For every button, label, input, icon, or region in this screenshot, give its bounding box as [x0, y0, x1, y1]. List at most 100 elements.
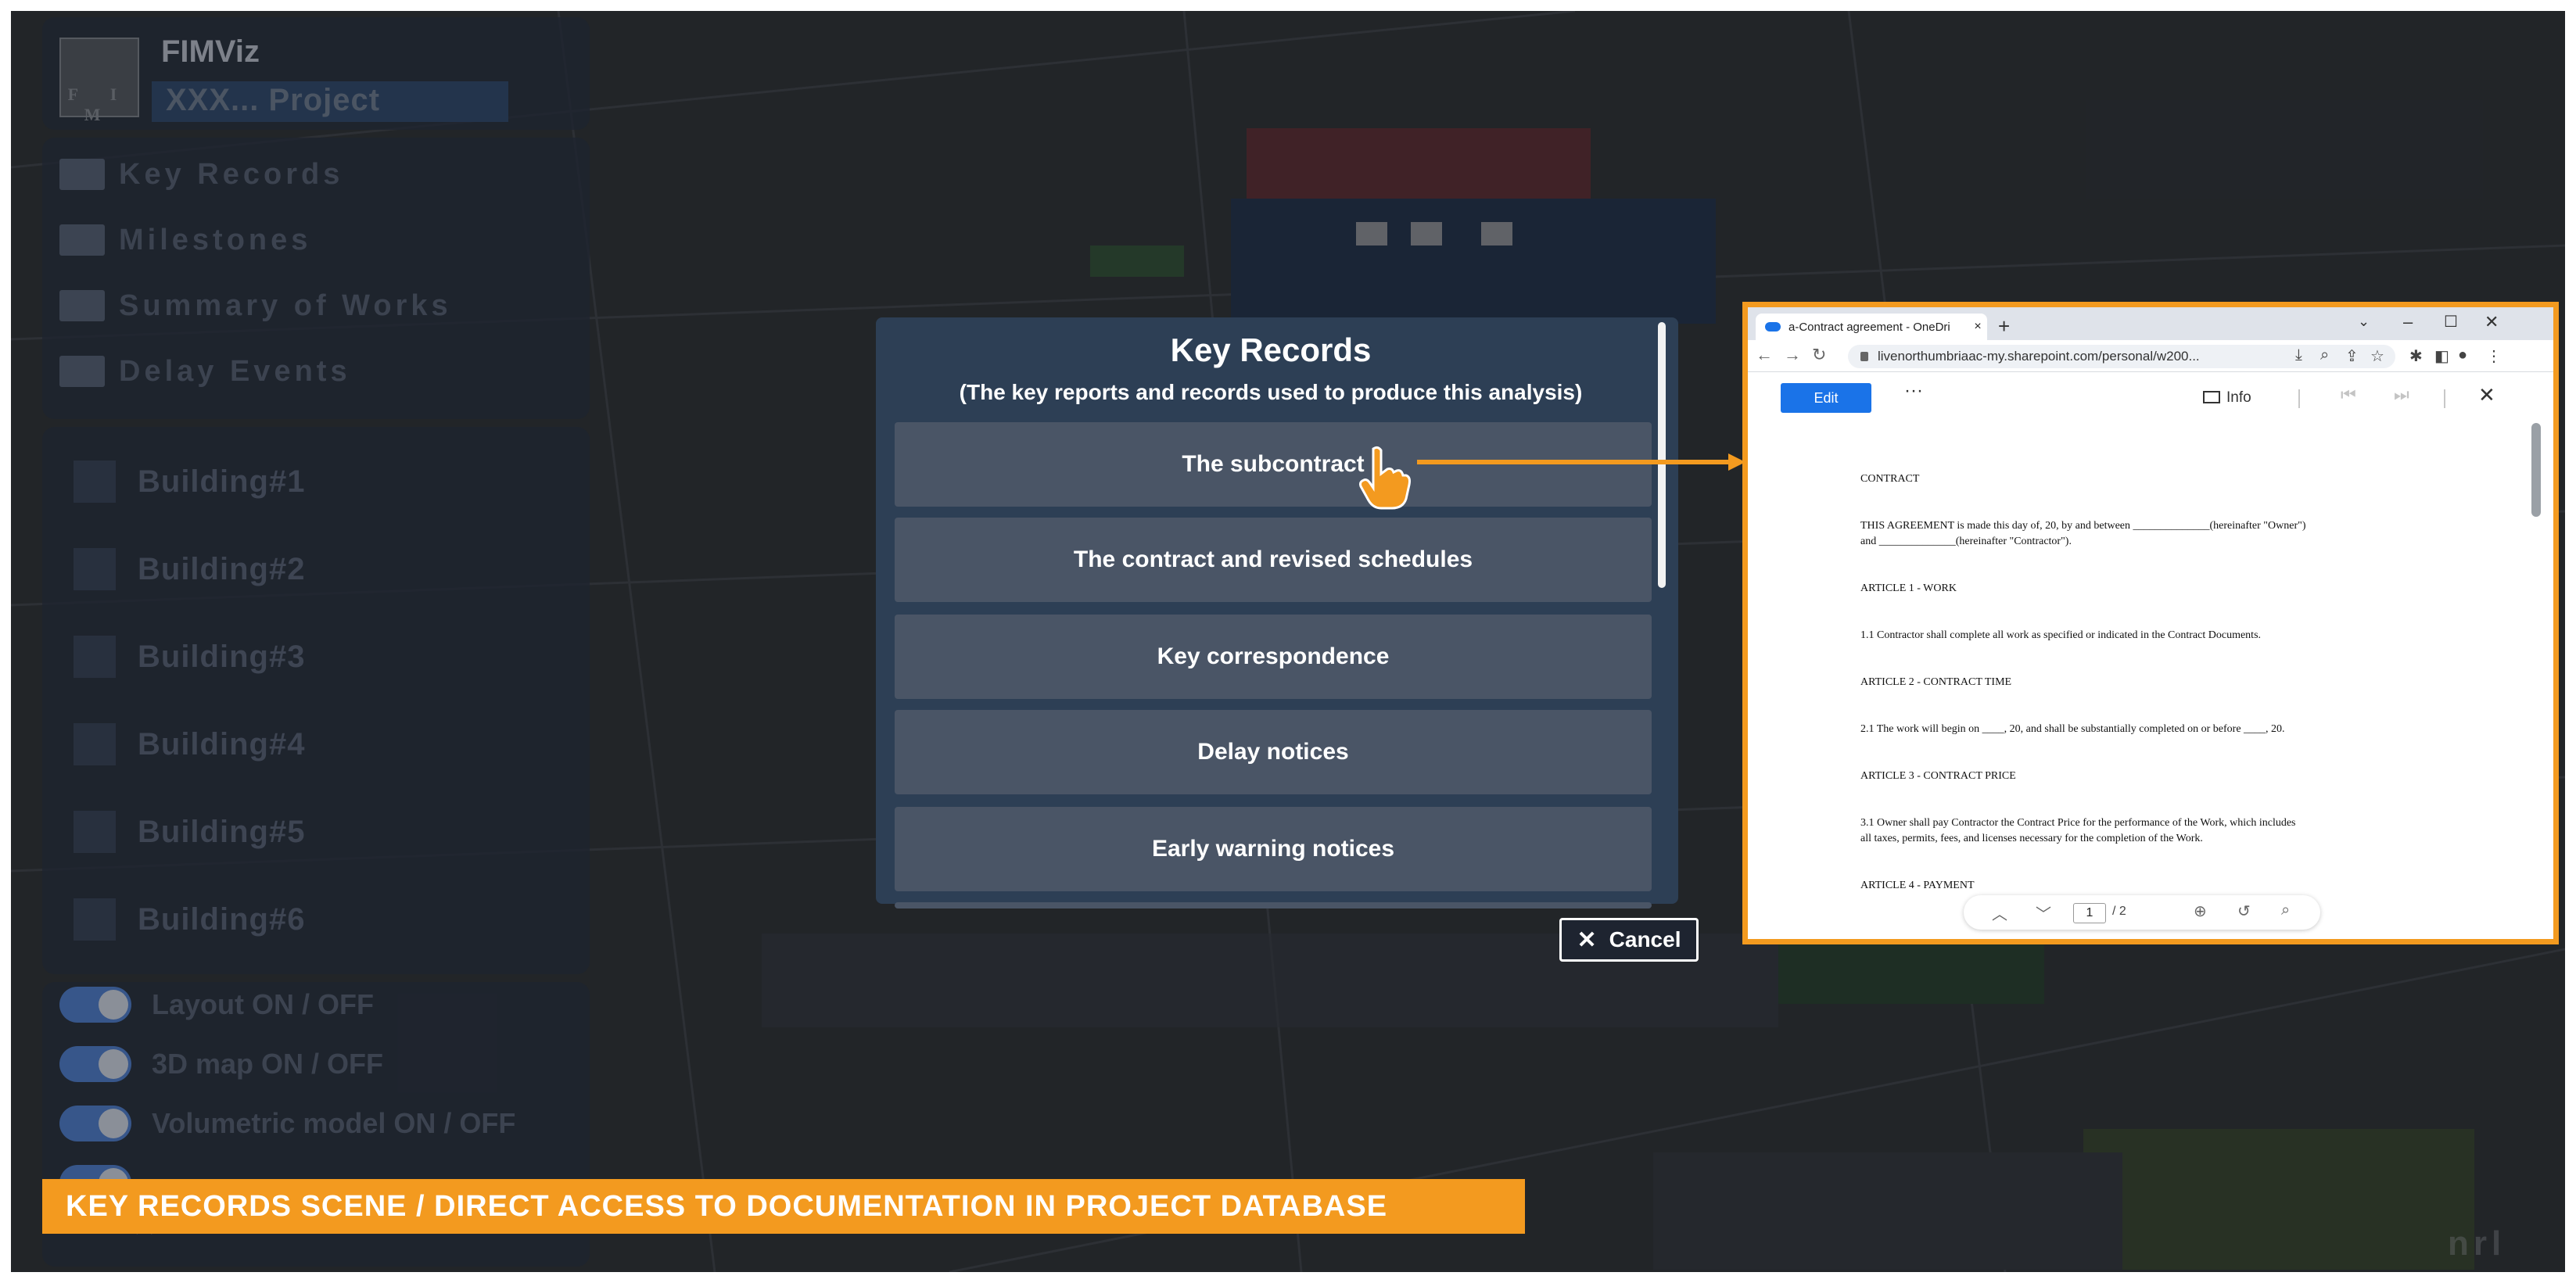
- next-file-icon[interactable]: ⏭: [2394, 385, 2409, 405]
- building-item-3[interactable]: Building#3: [74, 633, 305, 680]
- scene-caption-text: KEY RECORDS SCENE / DIRECT ACCESS TO DOC…: [66, 1189, 1388, 1223]
- building-label: Building#4: [138, 726, 306, 762]
- menu-item-milestones[interactable]: Milestones: [59, 220, 311, 260]
- doc-paragraph: 3.1 Owner shall pay Contractor the Contr…: [1860, 817, 2296, 829]
- layout-toggle[interactable]: [59, 987, 131, 1023]
- new-tab-plus-icon[interactable]: +: [1998, 316, 2010, 336]
- url-field[interactable]: livenorthumbriaac-my.sharepoint.com/pers…: [1848, 345, 2395, 368]
- onedrive-cloud-icon: [1765, 322, 1781, 332]
- zoom-icon[interactable]: ⌕: [2320, 346, 2329, 364]
- previous-file-icon[interactable]: ⏮: [2341, 385, 2356, 405]
- dialog-subtitle: (The key reports and records used to pro…: [959, 380, 1583, 404]
- doc-article-heading: ARTICLE 2 - CONTRACT TIME: [1860, 676, 2012, 688]
- more-options-icon[interactable]: ···: [1904, 380, 1923, 402]
- menu-item-icon: [59, 224, 105, 256]
- url-text: livenorthumbriaac-my.sharepoint.com/pers…: [1878, 349, 2200, 364]
- menu-item-delay-events[interactable]: Delay Events: [59, 352, 351, 391]
- tab-list-chevron-icon[interactable]: ⌄: [2358, 314, 2370, 330]
- page-number-input[interactable]: 1: [2073, 903, 2106, 923]
- browser-tab-bar: a-Contract agreement - OneDri × + ⌄ – ☐ …: [1748, 307, 2553, 340]
- toolbar-divider: [2298, 389, 2300, 408]
- page-total: / 2: [2112, 905, 2126, 918]
- building-swatch: [74, 723, 116, 765]
- document-scrollbar[interactable]: [2531, 423, 2541, 517]
- window-close-icon[interactable]: ✕: [2485, 312, 2499, 332]
- record-item-contract-schedules[interactable]: The contract and revised schedules: [895, 518, 1652, 602]
- browser-menu-kebab-icon[interactable]: ⋮: [2486, 346, 2502, 366]
- back-arrow-icon[interactable]: ←: [1756, 345, 1773, 365]
- sidebar-buildings-panel: [42, 427, 590, 974]
- doc-paragraph: 1.1 Contractor shall complete all work a…: [1860, 629, 2262, 641]
- building-label: Building#1: [138, 464, 306, 499]
- page-navigator: ︿ ﹀ 1 / 2 ⊕ ↺ ⌕: [1964, 895, 2320, 930]
- connector-arrow-line: [1417, 460, 1730, 464]
- toolbar-divider: [2444, 389, 2445, 408]
- page-up-chevron-icon[interactable]: ︿: [1992, 901, 2007, 924]
- building-item-6[interactable]: Building#6: [74, 896, 305, 943]
- menu-item-label: Delay Events: [119, 354, 351, 388]
- cancel-button[interactable]: ✕ Cancel: [1559, 918, 1699, 962]
- minimize-icon[interactable]: –: [2403, 312, 2413, 332]
- doc-heading: CONTRACT: [1860, 473, 1920, 485]
- maximize-icon[interactable]: ☐: [2444, 312, 2458, 332]
- tab-close-icon[interactable]: ×: [1968, 320, 1987, 334]
- 3d-map-toggle-label: 3D map ON / OFF: [152, 1048, 384, 1080]
- toggle-knob: [99, 1049, 128, 1079]
- extensions-puzzle-icon[interactable]: ✱: [2409, 346, 2423, 366]
- app-logo: F I M: [59, 38, 139, 124]
- tab-title: a-Contract agreement - OneDri: [1788, 320, 1950, 334]
- record-item-delay-notices[interactable]: Delay notices: [895, 710, 1652, 794]
- building-swatch: [74, 898, 116, 941]
- building-item-2[interactable]: Building#2: [74, 546, 305, 593]
- profile-avatar-icon[interactable]: ●: [2458, 346, 2467, 364]
- share-icon[interactable]: ⇪: [2345, 346, 2359, 366]
- doc-article-heading: ARTICLE 3 - CONTRACT PRICE: [1860, 770, 2016, 782]
- building-swatch: [74, 461, 116, 503]
- sidebar-panel-icon[interactable]: ◧: [2434, 346, 2449, 366]
- building-label: Building#6: [138, 901, 306, 937]
- volumetric-model-toggle[interactable]: [59, 1106, 131, 1141]
- record-item-key-correspondence[interactable]: Key correspondence: [895, 615, 1652, 699]
- doc-paragraph: 2.1 The work will begin on ____, 20, and…: [1860, 723, 2285, 735]
- viewer-close-icon[interactable]: ✕: [2478, 383, 2495, 407]
- 3d-map-toggle[interactable]: [59, 1046, 131, 1082]
- logo-text: F I M: [67, 84, 131, 124]
- menu-item-icon: [59, 356, 105, 387]
- building-item-5[interactable]: Building#5: [74, 808, 305, 855]
- page-down-chevron-icon[interactable]: ﹀: [2036, 901, 2051, 924]
- doc-paragraph: all taxes, permits, fees, and licenses n…: [1860, 833, 2203, 844]
- building-label: Building#5: [138, 814, 306, 849]
- doc-paragraph: THIS AGREEMENT is made this day of, 20, …: [1860, 520, 2306, 532]
- rotate-icon[interactable]: ↺: [2237, 901, 2251, 921]
- edit-button[interactable]: Edit: [1781, 383, 1871, 413]
- dialog-scrollbar[interactable]: [1658, 322, 1666, 588]
- lock-icon: [1860, 352, 1868, 361]
- menu-item-key-records[interactable]: Key Records: [59, 155, 343, 194]
- info-panel-icon: [2203, 391, 2220, 403]
- record-item-early-warning-notices[interactable]: Early warning notices: [895, 807, 1652, 891]
- zoom-in-icon[interactable]: ⊕: [2194, 901, 2207, 921]
- toggle-knob: [99, 1109, 128, 1138]
- doc-paragraph: and ______________(hereinafter "Contract…: [1860, 536, 2072, 547]
- building-item-1[interactable]: Building#1: [74, 458, 305, 505]
- volumetric-model-toggle-label: Volumetric model ON / OFF: [152, 1107, 516, 1139]
- building-swatch: [74, 811, 116, 853]
- record-item-partial[interactable]: [895, 902, 1652, 908]
- toggle-knob: [99, 990, 128, 1020]
- reload-icon[interactable]: ↻: [1812, 345, 1826, 365]
- search-icon[interactable]: ⌕: [2281, 901, 2290, 919]
- info-button[interactable]: Info: [2203, 389, 2251, 407]
- layout-toggle-label: Layout ON / OFF: [152, 988, 374, 1020]
- record-item-subcontract[interactable]: The subcontract: [895, 422, 1652, 507]
- download-icon[interactable]: ⤓: [2295, 346, 2302, 364]
- browser-tab[interactable]: a-Contract agreement - OneDri ×: [1756, 314, 1987, 340]
- record-item-label: Key correspondence: [1157, 643, 1390, 669]
- document-browser-window: a-Contract agreement - OneDri × + ⌄ – ☐ …: [1742, 302, 2559, 944]
- building-item-4[interactable]: Building#4: [74, 721, 305, 768]
- doc-article-heading: ARTICLE 4 - PAYMENT: [1860, 880, 1975, 891]
- menu-item-icon: [59, 159, 105, 190]
- document-page: CONTRACT THIS AGREEMENT is made this day…: [1748, 417, 2530, 939]
- menu-item-summary-of-works[interactable]: Summary of Works: [59, 286, 452, 325]
- bookmark-star-icon[interactable]: ☆: [2370, 346, 2384, 366]
- forward-arrow-icon[interactable]: →: [1784, 345, 1801, 365]
